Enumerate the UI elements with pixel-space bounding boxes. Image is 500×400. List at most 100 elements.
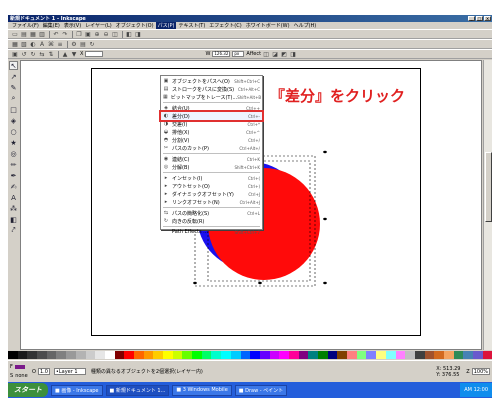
fill-stroke-indicator[interactable]: F S none xyxy=(10,363,32,381)
palette-swatch[interactable] xyxy=(327,351,338,359)
palette-swatch[interactable] xyxy=(230,351,241,359)
zoom-field[interactable]: 100% xyxy=(471,368,490,375)
menu-item[interactable]: ファイル(F) xyxy=(10,22,41,29)
pen-tool-icon[interactable]: ✒ xyxy=(9,171,18,180)
path-menu-item[interactable]: ▸ ダイナミックオフセット(Y) Ctrl+J xyxy=(161,190,262,198)
scale-corners-icon[interactable]: ◪ xyxy=(271,51,279,58)
palette-swatch[interactable] xyxy=(279,351,289,359)
path-menu-item[interactable]: ⇆ パスの簡略化(S) Ctrl+L xyxy=(161,209,262,217)
path-menu-item[interactable]: ▣ オブジェクトをパスへ(O) Shift+Ctrl+C xyxy=(161,77,262,85)
zoom-drawing-icon[interactable]: ⊖ xyxy=(102,31,110,38)
palette-swatch[interactable] xyxy=(463,351,473,359)
move-gradient-icon[interactable]: ◩ xyxy=(280,51,288,58)
palette-swatch[interactable] xyxy=(424,351,435,359)
zoom-page-icon[interactable]: ◫ xyxy=(111,31,119,38)
palette-swatch[interactable] xyxy=(66,351,76,359)
document-properties-icon[interactable]: ▤ xyxy=(79,41,87,48)
opacity-field[interactable]: 1.0 xyxy=(37,368,50,375)
menu-item[interactable]: レイヤー(L) xyxy=(83,22,114,29)
taskbar-task[interactable]: ■ 画像 - Inkscape xyxy=(51,384,103,396)
copy-icon[interactable]: ❐ xyxy=(75,31,83,38)
palette-swatch[interactable] xyxy=(376,351,386,359)
palette-swatch[interactable] xyxy=(27,351,38,359)
open-icon[interactable]: ▤ xyxy=(20,31,28,38)
scrollbar-thumb[interactable] xyxy=(485,152,492,222)
palette-swatch[interactable] xyxy=(269,351,280,359)
path-menu-item[interactable]: ◓ 分割(V) Ctrl+/ xyxy=(161,136,262,144)
palette-swatch[interactable] xyxy=(337,351,348,359)
palette-swatch[interactable] xyxy=(240,351,251,359)
path-menu-item[interactable]: ◎ 分解(B) Shift+Ctrl+K xyxy=(161,163,262,171)
ungroup-icon[interactable]: ▧ xyxy=(20,41,28,48)
palette-swatch[interactable] xyxy=(85,351,96,359)
palette-swatch[interactable] xyxy=(133,351,144,359)
rotate-cw-icon[interactable]: ↻ xyxy=(29,51,37,58)
calligraphy-tool-icon[interactable]: ✍ xyxy=(9,182,18,191)
path-menu-item[interactable]: ◑ 交差(I) Ctrl+* xyxy=(161,120,262,128)
palette-swatch[interactable] xyxy=(356,351,367,359)
new-icon[interactable]: ▭ xyxy=(11,31,19,38)
minimize-button[interactable]: _ xyxy=(468,16,475,21)
palette-swatch[interactable] xyxy=(453,351,464,359)
gradient-tool-icon[interactable]: ◧ xyxy=(9,215,18,224)
palette-swatch[interactable] xyxy=(124,351,134,359)
taskbar-task[interactable]: ■ 3 Windows Mobile xyxy=(172,384,232,396)
group-icon[interactable]: ▦ xyxy=(11,41,19,48)
select-all-icon[interactable]: ▣ xyxy=(11,51,19,58)
zoom-selection-icon[interactable]: ⊕ xyxy=(93,31,101,38)
start-button[interactable]: スタート xyxy=(8,383,48,397)
taskbar-task[interactable]: ■ Draw - ペイント xyxy=(234,384,288,396)
palette-swatch[interactable] xyxy=(405,351,415,359)
x-input[interactable] xyxy=(85,51,104,57)
path-menu-item[interactable]: ▸ インセット(I) Ctrl+( xyxy=(161,174,262,182)
fill-stroke-icon[interactable]: ◐ xyxy=(29,41,37,48)
save-icon[interactable]: ▦ xyxy=(29,31,37,38)
palette-swatch[interactable] xyxy=(104,351,115,359)
tweak-tool-icon[interactable]: ✎ xyxy=(9,83,18,92)
palette-swatch[interactable] xyxy=(114,351,125,359)
path-menu-item[interactable]: Path Effects ... Shift+Ctrl+7 xyxy=(161,228,262,236)
palette-swatch[interactable] xyxy=(434,351,444,359)
palette-swatch[interactable] xyxy=(153,351,163,359)
palette-swatch[interactable] xyxy=(201,351,212,359)
rect-tool-icon[interactable]: □ xyxy=(9,105,18,114)
undo-icon[interactable]: ↶ xyxy=(52,31,60,38)
redo-icon[interactable]: ↷ xyxy=(61,31,69,38)
rotate-icon[interactable]: ↻ xyxy=(88,41,96,48)
path-menu-item[interactable]: ✂ パスのカット(P) Ctrl+Alt+/ xyxy=(161,144,262,152)
menu-item[interactable]: 編集(E) xyxy=(41,22,62,29)
menu-item[interactable]: オブジェクト(O) xyxy=(114,22,156,29)
flip-h-icon[interactable]: ⇆ xyxy=(38,51,46,58)
clone-icon[interactable]: ◨ xyxy=(134,31,142,38)
rotate-handle[interactable] xyxy=(323,281,327,285)
xml-editor-icon[interactable]: ⌘ xyxy=(47,41,55,48)
palette-swatch[interactable] xyxy=(46,351,57,359)
palette-swatch[interactable] xyxy=(172,351,183,359)
palette-swatch[interactable] xyxy=(163,351,173,359)
palette-swatch[interactable] xyxy=(37,351,47,359)
menu-item[interactable]: エフェクト(C) xyxy=(207,22,243,29)
palette-swatch[interactable] xyxy=(259,351,270,359)
paste-icon[interactable]: ▣ xyxy=(84,31,92,38)
move-pattern-icon[interactable]: ◨ xyxy=(289,51,297,58)
path-menu-item[interactable]: ↻ 向きの反転(R) xyxy=(161,217,262,225)
w-input[interactable]: 126.32 xyxy=(212,51,231,57)
spiral-tool-icon[interactable]: ◎ xyxy=(9,149,18,158)
vertical-scrollbar[interactable] xyxy=(483,60,492,350)
path-menu-item[interactable]: ◉ 連結(C) Ctrl+K xyxy=(161,155,262,163)
palette-swatch[interactable] xyxy=(56,351,67,359)
menu-item[interactable]: 表示(V) xyxy=(62,22,83,29)
palette-swatch[interactable] xyxy=(182,351,193,359)
palette-swatch[interactable] xyxy=(347,351,357,359)
palette-swatch[interactable] xyxy=(95,351,105,359)
palette-swatch[interactable] xyxy=(211,351,222,359)
path-menu-item[interactable]: ◈ 結合(U) Ctrl++ xyxy=(161,104,262,112)
pencil-tool-icon[interactable]: ✏ xyxy=(9,160,18,169)
scale-stroke-icon[interactable]: ◫ xyxy=(262,51,270,58)
spray-tool-icon[interactable]: ⁂ xyxy=(9,204,18,213)
path-menu-item[interactable]: ◐ 差分(D) Ctrl+- xyxy=(159,110,264,122)
raise-icon[interactable]: ▲ xyxy=(61,51,69,58)
rotate-handle[interactable] xyxy=(193,281,197,285)
palette-swatch[interactable] xyxy=(443,351,454,359)
palette-swatch[interactable] xyxy=(298,351,309,359)
